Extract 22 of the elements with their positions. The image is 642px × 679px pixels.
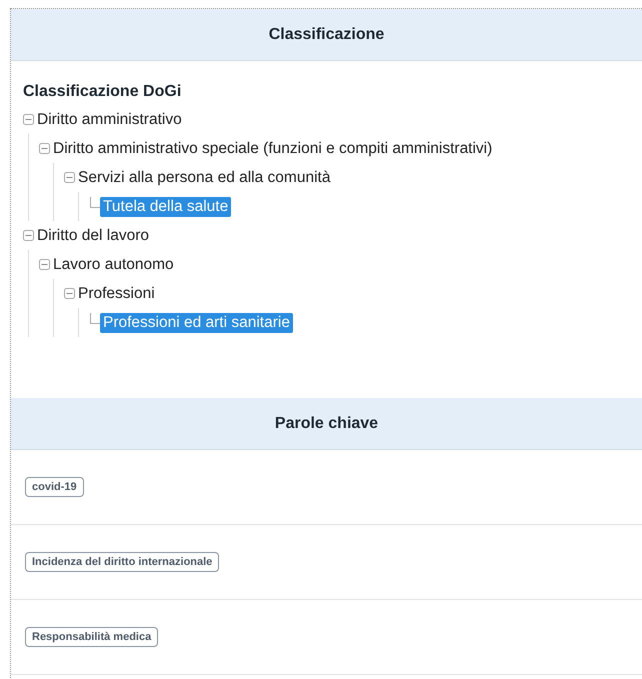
section-header: Parole chiave (11, 398, 642, 450)
keyword-tag[interactable]: Incidenza del diritto internazionale (25, 552, 220, 572)
collapse-icon[interactable] (64, 172, 75, 183)
tree-item[interactable]: Tutela della salute (100, 196, 232, 216)
tree-item[interactable]: Lavoro autonomo (50, 254, 177, 274)
tree-item[interactable]: Diritto del lavoro (34, 226, 152, 246)
collapse-icon[interactable] (39, 259, 50, 270)
tree-connector-icon (89, 196, 100, 208)
collapse-icon[interactable] (64, 288, 75, 299)
tree-item[interactable]: Diritto amministrativo speciale (funzioni e compiti amministrativi) (50, 138, 496, 158)
tree-item[interactable]: Servizi alla persona ed alla comunità (75, 168, 334, 188)
collapse-icon[interactable] (23, 230, 34, 241)
collapse-icon[interactable] (39, 143, 50, 154)
collapse-icon[interactable] (23, 114, 34, 125)
tree-title: Classificazione DoGi (23, 83, 182, 101)
tree-connector-icon (89, 312, 100, 324)
keyword-tag[interactable]: Responsabilità medica (25, 627, 158, 647)
tree-item[interactable]: Diritto amministrativo (34, 110, 185, 130)
keyword-tag[interactable]: covid-19 (25, 477, 84, 497)
tree-item[interactable]: Professioni ed arti sanitarie (100, 312, 293, 332)
tree-item[interactable]: Professioni (75, 284, 158, 304)
section-header: Classificazione (11, 9, 642, 61)
